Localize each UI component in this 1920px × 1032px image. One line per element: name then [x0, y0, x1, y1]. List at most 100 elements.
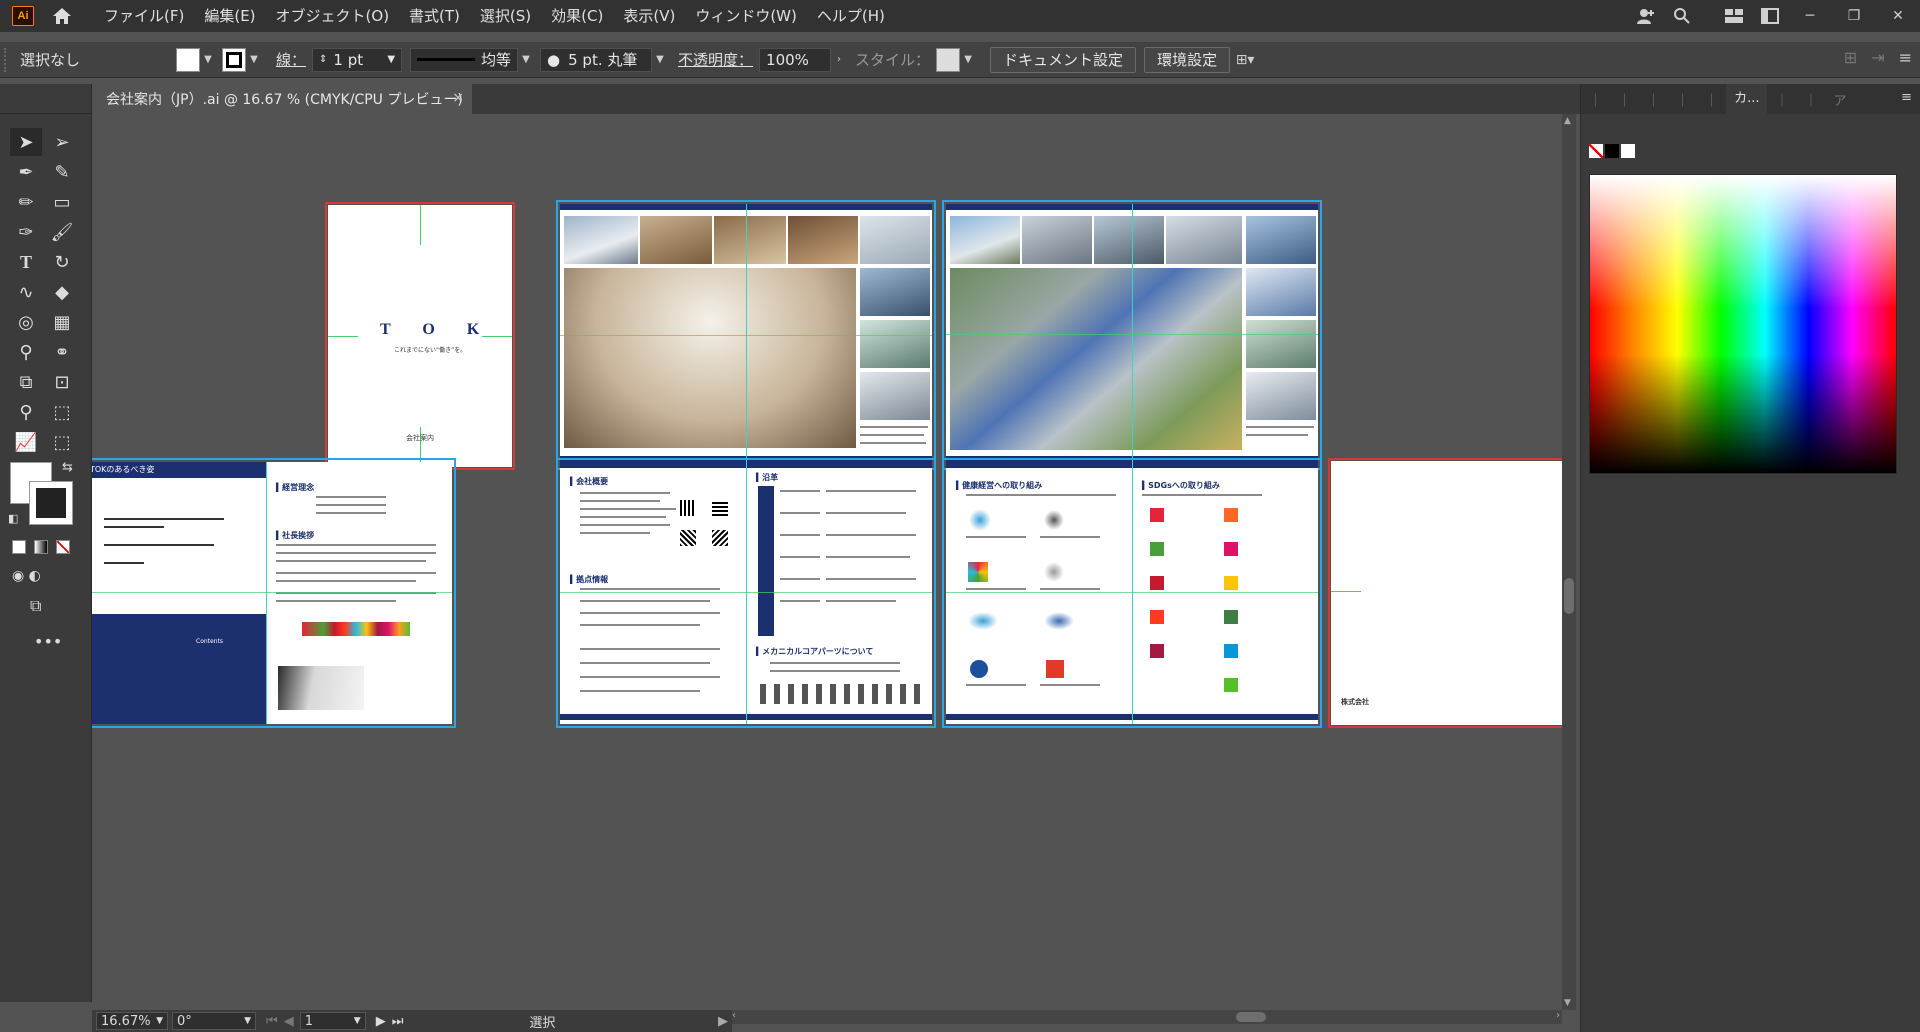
minimize-icon[interactable]: ─: [1788, 0, 1832, 32]
vertical-scrollbar[interactable]: ▲ ▼: [1562, 114, 1576, 1010]
panel-tab[interactable]: ｜: [1610, 90, 1639, 109]
graph-tool-icon[interactable]: 📈: [10, 428, 42, 456]
screen-mode-icon[interactable]: ⧉: [30, 596, 41, 616]
paintbrush-tool-icon[interactable]: 🖌: [46, 218, 78, 246]
restore-icon[interactable]: ❐: [1832, 0, 1876, 32]
black-swatch[interactable]: [1605, 144, 1619, 158]
more-tools-icon[interactable]: •••: [34, 632, 62, 651]
menu-edit[interactable]: 編集(E): [194, 0, 265, 32]
blend-tool-icon[interactable]: ⚭: [46, 338, 78, 366]
stroke-swatch[interactable]: [222, 47, 246, 72]
artboard-tool-icon[interactable]: ⊡: [46, 368, 78, 396]
menu-view[interactable]: 表示(V): [613, 0, 685, 32]
white-swatch[interactable]: [1621, 144, 1635, 158]
color-icon[interactable]: [12, 540, 26, 554]
canvas[interactable]: T O K これまでにない“働き”を。 会社案内 TOKのあるべき姿 Conte…: [92, 114, 1562, 1010]
menu-window[interactable]: ウィンドウ(W): [685, 0, 807, 32]
close-icon[interactable]: ×: [452, 90, 464, 106]
artboard-6[interactable]: ▍健康経営への取り組み ▍SDGsへの取り組み: [946, 462, 1318, 724]
menu-object[interactable]: オブジェクト(O): [266, 0, 400, 32]
panel-tab[interactable]: ｜: [1668, 90, 1697, 109]
pen-tool-icon[interactable]: ✒: [10, 158, 42, 186]
chevron-down-icon[interactable]: ▼: [156, 1016, 163, 1026]
type-tool-icon[interactable]: T: [10, 248, 42, 276]
home-icon[interactable]: [48, 2, 76, 30]
stroke-label[interactable]: 線：: [276, 49, 306, 70]
search-icon[interactable]: [1664, 0, 1700, 32]
chevron-down-icon[interactable]: ▼: [518, 48, 534, 72]
artboard-back[interactable]: 株式会社: [1331, 461, 1562, 725]
last-artboard-icon[interactable]: ⏭: [392, 1014, 404, 1029]
panel-menu-icon[interactable]: ≡: [1899, 48, 1912, 67]
perspective-tool-icon[interactable]: ⬚: [46, 398, 78, 426]
panel-tab[interactable]: ｜: [1581, 90, 1610, 109]
zoom-field[interactable]: 16.67% ▼: [96, 1012, 168, 1030]
free-transform-tool-icon[interactable]: ⬚: [46, 428, 78, 456]
transform-icon[interactable]: ⇥: [1871, 48, 1884, 67]
artboard-cover[interactable]: T O K これまでにない“働き”を。 会社案内: [328, 205, 512, 467]
selection-tool-icon[interactable]: ➤: [10, 128, 42, 156]
panel-tab[interactable]: ｜: [1797, 90, 1826, 109]
arrange-documents-icon[interactable]: ⊞▾: [1230, 48, 1260, 72]
panel-tab[interactable]: ア: [1826, 90, 1855, 109]
pencil-tool-icon[interactable]: ✏: [10, 188, 42, 216]
menu-type[interactable]: 書式(T): [399, 0, 470, 32]
menu-effect[interactable]: 効果(C): [541, 0, 613, 32]
grip-handle[interactable]: [4, 47, 12, 72]
first-artboard-icon[interactable]: ⏮: [266, 1014, 278, 1029]
scroll-right-icon[interactable]: ›: [1556, 1010, 1560, 1021]
user-add-icon[interactable]: [1628, 0, 1664, 32]
warp-tool-icon[interactable]: ◎: [10, 308, 42, 336]
anchor-tool-icon[interactable]: ✑: [10, 218, 42, 246]
arrange-icon[interactable]: [1752, 0, 1788, 32]
menu-help[interactable]: ヘルプ(H): [807, 0, 895, 32]
chevron-down-icon[interactable]: ▼: [354, 1016, 361, 1026]
artboard-2[interactable]: [560, 204, 932, 466]
panel-tab[interactable]: ｜: [1639, 90, 1668, 109]
zoom-tool-icon[interactable]: ⚲: [10, 398, 42, 426]
gradient-icon[interactable]: [34, 540, 48, 554]
gradient-tool-icon[interactable]: ▦: [46, 308, 78, 336]
stroke-weight-field[interactable]: ⇕ 1 pt ▼: [312, 47, 403, 72]
horizontal-scrollbar[interactable]: ‹ ›: [730, 1010, 1562, 1024]
next-artboard-icon[interactable]: ▶: [376, 1014, 386, 1029]
chevron-down-icon[interactable]: ▼: [244, 1016, 251, 1026]
vertical-scroll-thumb[interactable]: [1564, 578, 1574, 614]
chevron-down-icon[interactable]: ▼: [200, 48, 216, 72]
rotation-field[interactable]: 0° ▼: [172, 1012, 256, 1030]
opacity-field[interactable]: 100%: [759, 47, 832, 72]
direct-selection-tool-icon[interactable]: ➢: [46, 128, 78, 156]
stroke-color-box[interactable]: [29, 481, 73, 525]
panel-tab[interactable]: ｜: [1697, 90, 1726, 109]
rotate-tool-icon[interactable]: ↻: [46, 248, 78, 276]
preferences-button[interactable]: 環境設定: [1144, 46, 1231, 73]
artboard-5[interactable]: ▍会社概要 ▍拠点情報 ▍沿革 ▍メカニカルコアパーツについて: [560, 462, 932, 724]
eraser-tool-icon[interactable]: ◆: [46, 278, 78, 306]
align-icon[interactable]: ⊞: [1844, 48, 1857, 67]
none-swatch[interactable]: [1589, 144, 1603, 158]
stroke-profile-select[interactable]: 均等: [410, 47, 519, 72]
color-spectrum[interactable]: [1589, 174, 1897, 474]
eyedropper-tool-icon[interactable]: ⚲: [10, 338, 42, 366]
rectangle-tool-icon[interactable]: ▭: [46, 188, 78, 216]
shape-builder-tool-icon[interactable]: ⧉: [10, 368, 42, 396]
blob-brush-tool-icon[interactable]: ∿: [10, 278, 42, 306]
artboard-number-field[interactable]: 1 ▼: [299, 1012, 366, 1030]
draw-mode-icon[interactable]: ◉ ◐: [12, 568, 41, 584]
curvature-tool-icon[interactable]: ✎: [46, 158, 78, 186]
opacity-label[interactable]: 不透明度：: [678, 49, 753, 70]
document-settings-button[interactable]: ドキュメント設定: [990, 46, 1137, 73]
panel-menu-icon[interactable]: ≡: [1901, 90, 1912, 105]
color-panel-tab[interactable]: カ...: [1726, 84, 1768, 114]
chevron-down-icon[interactable]: ▼: [652, 48, 668, 72]
prev-artboard-icon[interactable]: ◀: [284, 1014, 294, 1029]
style-swatch[interactable]: [936, 47, 961, 72]
chevron-down-icon[interactable]: ▼: [960, 48, 976, 72]
artboard-3[interactable]: [946, 204, 1318, 466]
chevron-down-icon[interactable]: ▼: [387, 54, 395, 65]
artboard-4[interactable]: TOKのあるべき姿 Contents ▍経営理念 ▍社長挨拶: [92, 462, 452, 724]
workspace-icon[interactable]: [1716, 0, 1752, 32]
horizontal-scroll-thumb[interactable]: [1236, 1012, 1266, 1022]
scroll-up-icon[interactable]: ▲: [1564, 116, 1571, 126]
swap-colors-icon[interactable]: ⇆: [62, 460, 73, 475]
